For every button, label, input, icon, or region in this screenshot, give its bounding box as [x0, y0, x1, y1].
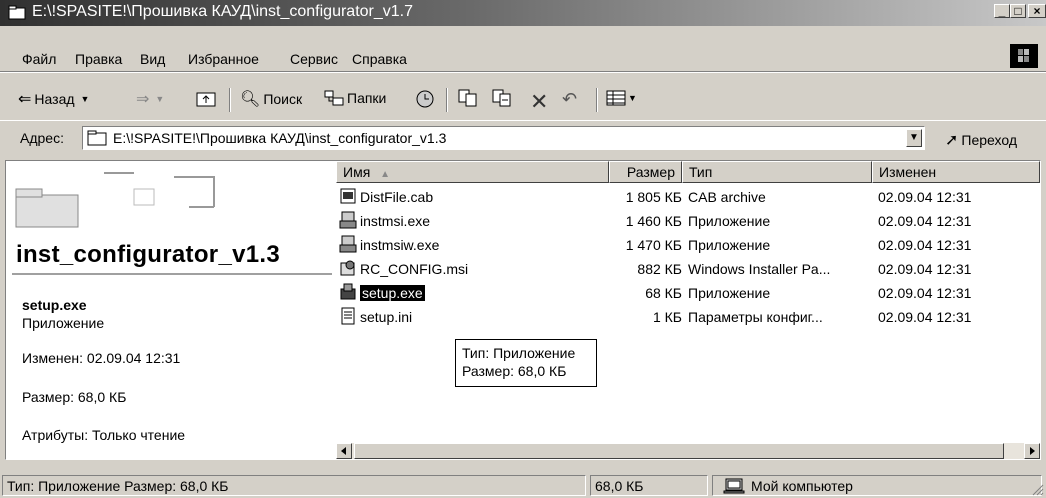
msi-package-icon: [340, 260, 355, 276]
back-arrow-icon: ⇐: [18, 91, 32, 108]
cab-file-icon: [340, 188, 356, 204]
explorer-window: E:\!SPASITE!\Прошивка КАУД\inst_configur…: [0, 0, 1046, 498]
address-label: Адрес:: [20, 130, 64, 146]
title-bar[interactable]: E:\!SPASITE!\Прошивка КАУД\inst_configur…: [0, 0, 1046, 26]
setup-exe-icon: [340, 283, 356, 300]
folder-banner-icon: [15, 172, 215, 228]
my-computer-icon: [723, 478, 745, 493]
column-header-size[interactable]: Размер: [609, 161, 682, 183]
status-location: Мой компьютер: [712, 475, 1042, 496]
search-button[interactable]: 🔍︎ Поиск: [240, 89, 302, 109]
toolbar: ⇐ Назад ▼ ⇒ ▼ 🔍︎ Поиск Папки ✕ ↶ ▼: [0, 85, 1046, 117]
menu-tools[interactable]: Сервис: [290, 51, 338, 67]
up-folder-button[interactable]: [196, 89, 216, 107]
minimize-button[interactable]: _: [994, 4, 1010, 18]
delete-button[interactable]: ✕: [530, 89, 548, 115]
web-view-pane: inst_configurator_v1.3 setup.exe Приложе…: [6, 161, 336, 459]
copy-to-icon: [492, 89, 511, 107]
content-area: inst_configurator_v1.3 setup.exe Приложе…: [5, 160, 1041, 460]
menu-file[interactable]: Файл: [22, 51, 56, 67]
ini-file-icon: [341, 307, 355, 325]
tooltip-type: Тип: Приложение: [462, 345, 576, 361]
column-header-modified[interactable]: Изменен: [872, 161, 1040, 183]
folder-icon: [87, 130, 107, 146]
file-tooltip: Тип: Приложение Размер: 68,0 КБ: [455, 339, 597, 387]
installer-exe-icon: [339, 235, 357, 253]
column-header-name[interactable]: Имя ▲: [336, 161, 609, 183]
selected-file-type: Приложение: [22, 315, 105, 331]
close-button[interactable]: ×: [1028, 4, 1046, 18]
chevron-down-icon: ▼: [80, 94, 90, 104]
toolbar-separator: [229, 88, 231, 112]
folders-button[interactable]: Папки: [324, 89, 386, 107]
delete-icon: ✕: [530, 89, 549, 114]
toolbar-separator: [446, 88, 448, 112]
sort-ascending-icon: ▲: [380, 169, 391, 180]
status-size: 68,0 КБ: [590, 475, 708, 496]
forward-arrow-icon: ⇒: [136, 91, 150, 108]
list-header: Имя ▲ Размер Тип Изменен: [336, 161, 1040, 183]
file-row-instmsiw[interactable]: instmsiw.exe 1 470 КБ Приложение 02.09.0…: [336, 233, 1040, 257]
folders-icon: [324, 90, 344, 106]
go-arrow-icon: ➚: [945, 132, 959, 149]
address-bar: Адрес: E:\!SPASITE!\Прошивка КАУД\inst_c…: [0, 120, 1046, 155]
selected-file-attributes: Атрибуты: Только чтение: [22, 427, 186, 443]
status-bar: Тип: Приложение Размер: 68,0 КБ 68,0 КБ …: [0, 472, 1046, 498]
move-to-button[interactable]: [458, 89, 478, 107]
undo-icon: ↶: [562, 89, 578, 109]
chevron-down-icon: ▼: [628, 93, 637, 103]
status-info: Тип: Приложение Размер: 68,0 КБ: [2, 475, 586, 496]
address-input[interactable]: E:\!SPASITE!\Прошивка КАУД\inst_configur…: [82, 126, 925, 150]
selected-file-name: setup.exe: [22, 297, 87, 313]
file-row-rc-config[interactable]: RC_CONFIG.msi 882 КБ Windows Installer P…: [336, 257, 1040, 281]
scroll-left-icon: [341, 447, 346, 455]
selected-file-size: Размер: 68,0 КБ: [22, 389, 127, 405]
tooltip-size: Размер: 68,0 КБ: [462, 363, 567, 379]
file-row-setup-ini[interactable]: setup.ini 1 КБ Параметры конфиг... 02.09…: [336, 305, 1040, 329]
menu-view[interactable]: Вид: [140, 51, 165, 67]
menu-edit[interactable]: Правка: [75, 51, 122, 67]
address-dropdown-button[interactable]: ▼: [906, 129, 922, 147]
file-row-instmsi[interactable]: instmsi.exe 1 460 КБ Приложение 02.09.04…: [336, 209, 1040, 233]
scroll-right-icon: [1030, 447, 1035, 455]
go-button[interactable]: ➚ Переход: [945, 130, 1017, 150]
toolbar-separator: [596, 88, 598, 112]
history-button[interactable]: [414, 89, 436, 109]
menu-help[interactable]: Справка: [352, 51, 407, 67]
back-button[interactable]: ⇐ Назад ▼: [18, 89, 89, 109]
column-header-type[interactable]: Тип: [682, 161, 872, 183]
folder-name-heading: inst_configurator_v1.3: [16, 241, 281, 268]
scroll-thumb[interactable]: [354, 443, 1004, 459]
scroll-left-button[interactable]: [336, 443, 352, 459]
horizontal-scrollbar[interactable]: [336, 443, 1040, 459]
copy-to-button[interactable]: [492, 89, 512, 107]
up-folder-icon: [196, 92, 216, 107]
selected-file-modified: Изменен: 02.09.04 12:31: [22, 350, 181, 366]
window-title: E:\!SPASITE!\Прошивка КАУД\inst_configur…: [32, 3, 413, 20]
undo-button[interactable]: ↶: [562, 89, 577, 110]
maximize-button[interactable]: □: [1010, 4, 1026, 18]
windows-logo-icon: [1010, 44, 1038, 68]
divider: [12, 273, 332, 275]
views-icon: [606, 90, 626, 106]
views-button[interactable]: ▼: [606, 89, 637, 107]
folder-window-icon: [8, 5, 26, 20]
menu-favorites[interactable]: Избранное: [188, 51, 259, 67]
move-to-icon: [458, 89, 477, 107]
resize-grip-icon[interactable]: [1030, 482, 1044, 496]
scroll-right-button[interactable]: [1024, 443, 1040, 459]
menu-bar: Файл Правка Вид Избранное Сервис Справка: [0, 44, 1046, 72]
chevron-down-icon: ▼: [155, 94, 165, 104]
address-value: E:\!SPASITE!\Прошивка КАУД\inst_configur…: [113, 130, 447, 146]
forward-button[interactable]: ⇒ ▼: [136, 89, 164, 109]
search-icon: 🔍︎: [240, 91, 261, 108]
file-row-distfile[interactable]: DistFile.cab 1 805 КБ CAB archive 02.09.…: [336, 185, 1040, 209]
history-icon: [416, 90, 434, 108]
file-row-setup-exe[interactable]: setup.exe 68 КБ Приложение 02.09.04 12:3…: [336, 281, 1040, 305]
installer-exe-icon: [339, 211, 357, 229]
